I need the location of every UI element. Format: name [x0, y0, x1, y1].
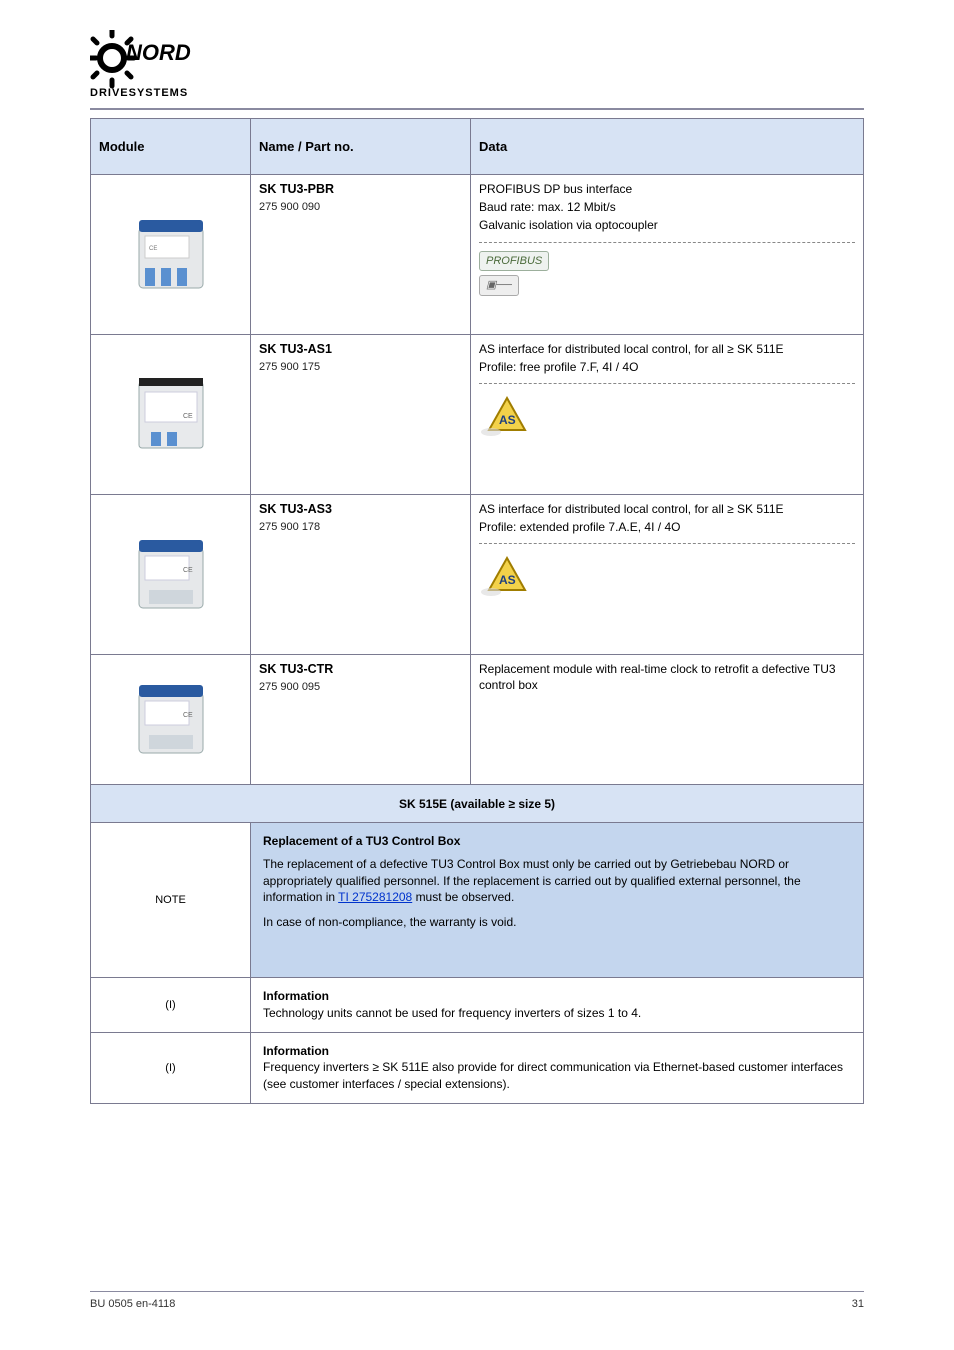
note-header-row: SK 515E (available ≥ size 5) [91, 785, 864, 823]
info-heading: Information [263, 1044, 329, 1058]
module-partno: 275 900 178 [259, 520, 462, 535]
profibus-badge: PROFIBUS [479, 251, 549, 272]
note-header: SK 515E (available ≥ size 5) [91, 785, 864, 823]
module-name-cell: SK TU3-CTR 275 900 095 [251, 655, 471, 785]
module-partno: 275 900 175 [259, 360, 462, 375]
module-photo-icon: CE [131, 530, 211, 620]
info-icon: (I) [91, 1032, 251, 1103]
page-top-rule [90, 108, 864, 110]
data-line: Profile: extended profile 7.A.E, 4I / 4O [479, 519, 855, 535]
svg-text:CE: CE [183, 413, 193, 420]
data-line: Baud rate: max. 12 Mbit/s [479, 199, 855, 215]
footer-left: BU 0505 en-4118 [90, 1298, 175, 1310]
note-link[interactable]: TI 275281208 [338, 890, 412, 904]
data-line: Galvanic isolation via optocoupler [479, 217, 855, 233]
module-photo-icon: CE [131, 370, 211, 460]
data-line: Profile: free profile 7.F, 4I / 4O [479, 359, 855, 375]
modules-table: Module Name / Part no. Data CE SK TU3-PB… [90, 118, 864, 1104]
footer-page-number: 31 [852, 1298, 864, 1310]
data-line: AS interface for distributed local contr… [479, 501, 855, 517]
dashed-separator [479, 242, 855, 243]
module-name-cell: SK TU3-AS1 275 900 175 [251, 335, 471, 495]
module-name: SK TU3-AS1 [259, 342, 332, 356]
module-data-cell: Replacement module with real-time clock … [471, 655, 864, 785]
asi-logo-icon: AS [479, 408, 535, 422]
module-image-cell: CE [91, 655, 251, 785]
module-name: SK TU3-PBR [259, 182, 334, 196]
table-row: CE SK TU3-PBR 275 900 090 PROFIBUS DP bu… [91, 175, 864, 335]
note-title: Replacement of a TU3 Control Box [263, 833, 851, 850]
module-name-cell: SK TU3-PBR 275 900 090 [251, 175, 471, 335]
data-line: AS interface for distributed local contr… [479, 341, 855, 357]
module-image-cell: CE [91, 495, 251, 655]
note-label: NOTE [91, 823, 251, 978]
data-line: Replacement module with real-time clock … [479, 661, 855, 693]
note-text: In case of non-compliance, the warranty … [263, 914, 851, 931]
th-module: Module [91, 119, 251, 175]
svg-text:CE: CE [183, 712, 193, 719]
module-name: SK TU3-AS3 [259, 502, 332, 516]
module-photo-icon: CE [131, 210, 211, 300]
module-partno: 275 900 090 [259, 200, 462, 215]
info-row: (I) Information Frequency inverters ≥ SK… [91, 1032, 864, 1103]
svg-text:CE: CE [183, 567, 193, 574]
table-row: CE SK TU3-CTR 275 900 095 Replacement mo… [91, 655, 864, 785]
table-row: CE SK TU3-AS1 275 900 175 AS interface f… [91, 335, 864, 495]
module-name-cell: SK TU3-AS3 275 900 178 [251, 495, 471, 655]
module-image-cell: CE [91, 335, 251, 495]
brand-logo: NORD DRIVESYSTEMS [90, 30, 864, 100]
note-body: Replacement of a TU3 Control Box The rep… [251, 823, 864, 978]
dashed-separator [479, 383, 855, 384]
connector-icon: ▣── [479, 275, 519, 296]
module-data-cell: PROFIBUS DP bus interface Baud rate: max… [471, 175, 864, 335]
info-icon: (I) [91, 978, 251, 1033]
module-partno: 275 900 095 [259, 680, 462, 695]
module-data-cell: AS interface for distributed local contr… [471, 495, 864, 655]
note-row: NOTE Replacement of a TU3 Control Box Th… [91, 823, 864, 978]
info-row: (I) Information Technology units cannot … [91, 978, 864, 1033]
svg-text:AS: AS [499, 573, 516, 587]
info-heading: Information [263, 989, 329, 1003]
info-body: Information Frequency inverters ≥ SK 511… [251, 1032, 864, 1103]
data-line: PROFIBUS DP bus interface [479, 181, 855, 197]
dashed-separator [479, 543, 855, 544]
table-header-row: Module Name / Part no. Data [91, 119, 864, 175]
page-footer: BU 0505 en-4118 31 [90, 1291, 864, 1310]
info-text: Technology units cannot be used for freq… [263, 1006, 641, 1020]
logo-text-sub: DRIVESYSTEMS [90, 87, 188, 99]
module-data-cell: AS interface for distributed local contr… [471, 335, 864, 495]
asi-logo-icon: AS [479, 568, 535, 582]
th-name: Name / Part no. [251, 119, 471, 175]
module-image-cell: CE [91, 175, 251, 335]
logo-text-nord: NORD [126, 40, 191, 65]
info-body: Information Technology units cannot be u… [251, 978, 864, 1033]
svg-text:CE: CE [149, 246, 157, 252]
table-row: CE SK TU3-AS3 275 900 178 AS interface f… [91, 495, 864, 655]
info-text: Frequency inverters ≥ SK 511E also provi… [263, 1060, 843, 1091]
svg-text:AS: AS [499, 413, 516, 427]
note-text: must be observed. [416, 890, 515, 904]
th-data: Data [471, 119, 864, 175]
module-photo-icon: CE [131, 675, 211, 765]
module-name: SK TU3-CTR [259, 662, 333, 676]
